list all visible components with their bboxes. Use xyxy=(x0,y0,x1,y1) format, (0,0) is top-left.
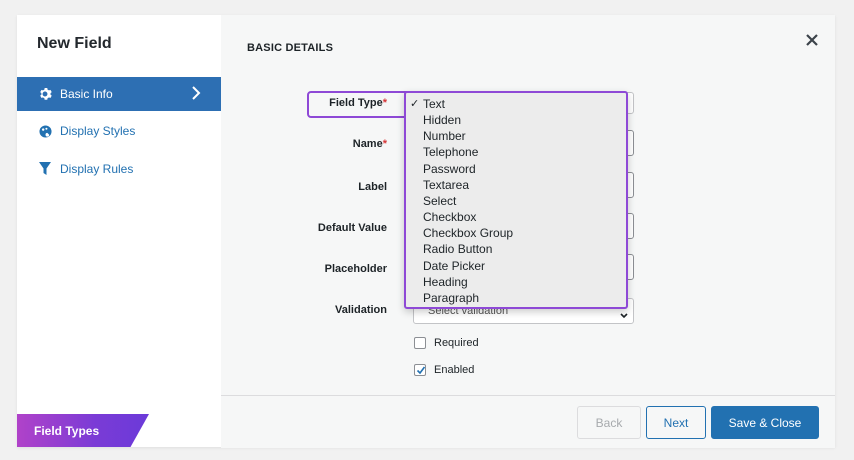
field-type-dropdown-list: ✓ Text Hidden Number Telephone Password T… xyxy=(404,91,628,309)
enabled-checkbox[interactable] xyxy=(414,364,426,376)
dropdown-option-number[interactable]: Number xyxy=(406,128,626,144)
sidebar-item-basic-info[interactable]: Basic Info xyxy=(17,77,221,111)
dropdown-option-hidden[interactable]: Hidden xyxy=(406,112,626,128)
dropdown-option-radio-button[interactable]: Radio Button xyxy=(406,241,626,257)
required-label: Required xyxy=(434,337,479,349)
default-value-label: Default Value xyxy=(317,222,387,234)
gear-icon xyxy=(38,87,52,101)
filter-icon xyxy=(38,162,52,176)
next-button[interactable]: Next xyxy=(646,406,706,439)
dropdown-option-textarea[interactable]: Textarea xyxy=(406,177,626,193)
sidebar-item-display-rules[interactable]: Display Rules xyxy=(17,152,221,186)
field-types-tab[interactable]: Field Types xyxy=(17,414,149,447)
checkmark-icon xyxy=(416,366,426,375)
dropdown-option-telephone[interactable]: Telephone xyxy=(406,144,626,160)
name-label: Name* xyxy=(352,138,387,150)
field-types-label: Field Types xyxy=(34,423,100,438)
back-button[interactable]: Back xyxy=(577,406,641,439)
dropdown-option-date-picker[interactable]: Date Picker xyxy=(406,258,626,274)
modal-title: New Field xyxy=(37,35,112,52)
dropdown-option-select[interactable]: Select xyxy=(406,193,626,209)
validation-label: Validation xyxy=(335,304,387,316)
placeholder-label: Placeholder xyxy=(324,263,387,275)
sidebar-item-label: Basic Info xyxy=(60,87,113,101)
chevron-down-icon xyxy=(619,306,629,330)
save-close-button[interactable]: Save & Close xyxy=(711,406,819,439)
palette-icon xyxy=(38,124,52,138)
dropdown-option-text[interactable]: ✓ Text xyxy=(406,96,626,112)
chevron-right-icon xyxy=(191,86,201,103)
required-checkbox-row[interactable]: Required xyxy=(414,337,479,349)
sidebar-item-display-styles[interactable]: Display Styles xyxy=(17,114,221,148)
sidebar-item-label: Display Styles xyxy=(60,124,136,138)
checkmark-icon: ✓ xyxy=(410,98,420,110)
modal-footer: Back Next Save & Close xyxy=(221,395,835,448)
sidebar-item-label: Display Rules xyxy=(60,162,134,176)
sidebar: New Field Basic Info Display Styles Disp… xyxy=(17,15,221,447)
close-icon[interactable] xyxy=(805,33,819,47)
required-checkbox[interactable] xyxy=(414,337,426,349)
field-type-label: Field Type* xyxy=(329,97,387,109)
dropdown-option-checkbox[interactable]: Checkbox xyxy=(406,209,626,225)
enabled-checkbox-row[interactable]: Enabled xyxy=(414,364,474,376)
section-heading: BASIC DETAILS xyxy=(247,42,334,54)
dropdown-option-password[interactable]: Password xyxy=(406,161,626,177)
dropdown-option-paragraph[interactable]: Paragraph xyxy=(406,290,626,306)
label-label: Label xyxy=(358,181,387,193)
enabled-label: Enabled xyxy=(434,364,475,376)
dropdown-option-checkbox-group[interactable]: Checkbox Group xyxy=(406,225,626,241)
dropdown-option-heading[interactable]: Heading xyxy=(406,274,626,290)
